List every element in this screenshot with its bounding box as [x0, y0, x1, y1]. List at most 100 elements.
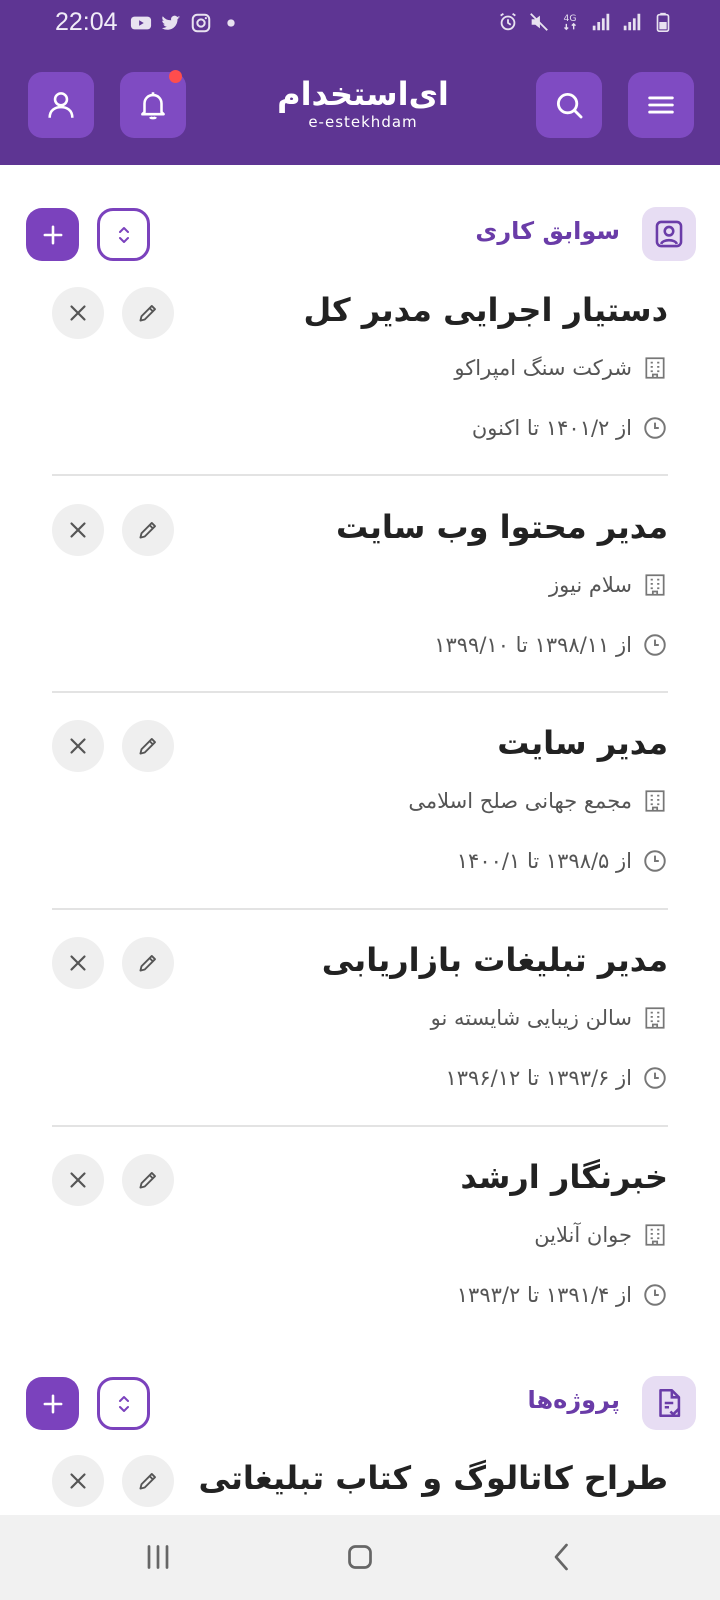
pencil-icon: [139, 955, 156, 972]
work-section-header: سوابق کاری: [0, 207, 720, 263]
pencil-icon: [139, 1172, 156, 1189]
user-icon: [48, 92, 74, 118]
signal-icon: [621, 11, 643, 33]
date-row: از ۱۳۹۸/۱۱ تا ۱۳۹۹/۱۰: [434, 630, 668, 660]
building-icon: [642, 1222, 668, 1248]
projects-section-title: پروژه‌ها: [527, 1386, 621, 1414]
clock-icon: [642, 1282, 668, 1308]
recent-apps-button[interactable]: [138, 1537, 178, 1577]
company-row: مجمع جهانی صلح اسلامی: [408, 786, 668, 816]
search-icon: [556, 92, 583, 119]
job-title: مدیر سایت: [497, 724, 668, 762]
close-icon: [70, 305, 86, 321]
edit-button[interactable]: [122, 504, 174, 556]
delete-button[interactable]: [52, 1154, 104, 1206]
company-name: جوان آنلاین: [534, 1223, 632, 1247]
sort-icon: [118, 226, 129, 243]
youtube-icon: [130, 12, 152, 34]
add-work-button[interactable]: [26, 208, 79, 261]
date-range: از ۱۳۹۱/۴ تا ۱۳۹۳/۲: [456, 1283, 632, 1307]
add-project-button[interactable]: [26, 1377, 79, 1430]
divider: [52, 691, 668, 693]
company-row: جوان آنلاین: [534, 1220, 668, 1250]
pencil-icon: [139, 738, 156, 755]
back-icon: [554, 1543, 568, 1571]
building-icon: [642, 355, 668, 381]
close-icon: [70, 1473, 86, 1489]
clock-icon: [642, 1065, 668, 1091]
edit-button[interactable]: [122, 720, 174, 772]
job-title: خبرنگار ارشد: [460, 1158, 668, 1196]
delete-button[interactable]: [52, 720, 104, 772]
company-row: سالن زیبایی شایسته نو: [431, 1003, 668, 1033]
hamburger-icon: [648, 96, 674, 114]
job-title: مدیر محتوا وب سایت: [335, 508, 668, 546]
home-icon: [348, 1545, 372, 1569]
delete-button[interactable]: [52, 1455, 104, 1507]
building-icon: [642, 572, 668, 598]
sort-work-button[interactable]: [97, 208, 150, 261]
date-range: از ۱۳۹۸/۵ تا ۱۴۰۰/۱: [456, 849, 632, 873]
work-item: دستیار اجرایی مدیر کل شرکت سنگ امپراکو ا…: [52, 287, 668, 467]
work-item: مدیر محتوا وب سایت سلام نیوز از ۱۳۹۸/۱۱ …: [52, 504, 668, 684]
document-check-icon: [642, 1376, 696, 1430]
projects-section-header: پروژه‌ها: [0, 1376, 720, 1432]
divider: [52, 1125, 668, 1127]
date-row: از ۱۳۹۳/۶ تا ۱۳۹۶/۱۲: [446, 1063, 669, 1093]
job-title: مدیر تبلیغات بازاریابی: [321, 941, 668, 979]
clock-icon: [642, 848, 668, 874]
bell-icon: [141, 92, 165, 120]
status-notification-icons: [130, 12, 242, 34]
company-name: مجمع جهانی صلح اسلامی: [408, 789, 632, 813]
plus-icon: [43, 225, 62, 244]
building-icon: [642, 788, 668, 814]
home-button[interactable]: [340, 1537, 380, 1577]
close-icon: [70, 1172, 86, 1188]
edit-button[interactable]: [122, 1154, 174, 1206]
date-row: از ۱۳۹۱/۴ تا ۱۳۹۳/۲: [457, 1280, 668, 1310]
alarm-icon: [497, 11, 519, 33]
system-nav-bar: [0, 1515, 720, 1600]
edit-button[interactable]: [122, 937, 174, 989]
company-name: سلام نیوز: [549, 573, 632, 597]
menu-button[interactable]: [628, 72, 694, 138]
close-icon: [70, 955, 86, 971]
pencil-icon: [139, 522, 156, 539]
date-range: از ۱۳۹۸/۱۱ تا ۱۳۹۹/۱۰: [434, 633, 632, 657]
svg-text:4G: 4G: [564, 13, 577, 24]
company-row: شرکت سنگ امپراکو: [454, 353, 668, 383]
search-button[interactable]: [536, 72, 602, 138]
work-item: خبرنگار ارشد جوان آنلاین از ۱۳۹۱/۴ تا ۱۳…: [52, 1154, 668, 1334]
job-title: دستیار اجرایی مدیر کل: [303, 291, 668, 329]
dot-icon: [220, 12, 242, 34]
edit-button[interactable]: [122, 287, 174, 339]
notifications-button[interactable]: [120, 70, 186, 138]
work-section-title: سوابق کاری: [475, 217, 620, 245]
delete-button[interactable]: [52, 504, 104, 556]
divider: [52, 474, 668, 476]
sort-projects-button[interactable]: [97, 1377, 150, 1430]
profile-button[interactable]: [28, 72, 94, 138]
app-logo[interactable]: ای‌استخدام e-estekhdam: [258, 74, 468, 134]
status-time: 22:04: [55, 8, 118, 36]
date-range: از ۱۳۹۳/۶ تا ۱۳۹۶/۱۲: [445, 1066, 633, 1090]
delete-button[interactable]: [52, 287, 104, 339]
pencil-icon: [139, 305, 156, 322]
clock-icon: [642, 415, 668, 441]
building-icon: [642, 1005, 668, 1031]
project-title: طراح کاتالوگ و کتاب تبلیغاتی: [198, 1459, 668, 1497]
logo-subtext: e-estekhdam: [308, 113, 418, 131]
date-row: از ۱۴۰۱/۲ تا اکنون: [472, 413, 668, 443]
recent-apps-icon: [147, 1545, 169, 1569]
edit-button[interactable]: [122, 1455, 174, 1507]
company-name: سالن زیبایی شایسته نو: [430, 1006, 632, 1030]
delete-button[interactable]: [52, 937, 104, 989]
person-card-icon: [642, 207, 696, 261]
battery-icon: [652, 11, 674, 33]
status-system-icons: 4G: [497, 11, 674, 33]
app-header: ای‌استخدام e-estekhdam: [0, 44, 720, 165]
status-bar: 22:04 4G: [0, 0, 720, 44]
back-button[interactable]: [542, 1537, 582, 1577]
divider: [52, 908, 668, 910]
close-icon: [70, 522, 86, 538]
